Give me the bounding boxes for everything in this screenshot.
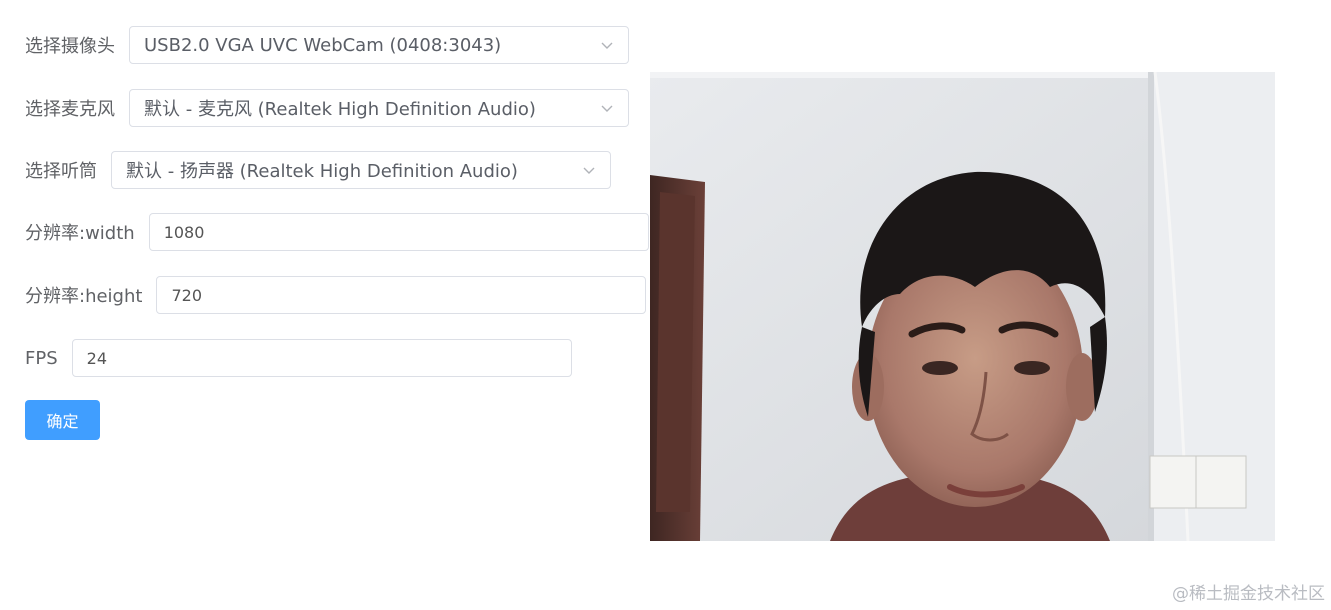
microphone-label: 选择麦克风 bbox=[25, 99, 115, 120]
fps-row: FPS bbox=[25, 338, 572, 378]
width-label: 分辨率:width bbox=[25, 223, 135, 244]
camera-select[interactable]: USB2.0 VGA UVC WebCam (0408:3043) bbox=[129, 26, 629, 64]
webcam-video-feed bbox=[650, 72, 1275, 541]
speaker-label: 选择听筒 bbox=[25, 161, 97, 182]
fps-input[interactable] bbox=[71, 339, 572, 377]
width-input[interactable] bbox=[148, 213, 649, 251]
watermark-text: @稀土掘金技术社区 bbox=[1172, 584, 1325, 604]
video-preview bbox=[650, 72, 1275, 541]
speaker-row: 选择听筒 默认 - 扬声器 (Realtek High Definition A… bbox=[25, 150, 611, 190]
microphone-select[interactable]: 默认 - 麦克风 (Realtek High Definition Audio) bbox=[129, 89, 629, 127]
media-settings-page: 选择摄像头 USB2.0 VGA UVC WebCam (0408:3043) … bbox=[0, 0, 1331, 610]
confirm-button[interactable]: 确定 bbox=[25, 400, 100, 440]
camera-label: 选择摄像头 bbox=[25, 36, 115, 57]
camera-row: 选择摄像头 USB2.0 VGA UVC WebCam (0408:3043) bbox=[25, 25, 629, 65]
speaker-select-value: 默认 - 扬声器 (Realtek High Definition Audio) bbox=[126, 161, 518, 182]
width-row: 分辨率:width bbox=[25, 212, 649, 252]
height-label: 分辨率:height bbox=[25, 286, 143, 307]
chevron-down-icon bbox=[583, 167, 595, 174]
height-input[interactable] bbox=[156, 276, 647, 314]
microphone-row: 选择麦克风 默认 - 麦克风 (Realtek High Definition … bbox=[25, 88, 629, 128]
chevron-down-icon bbox=[601, 42, 613, 49]
fps-label: FPS bbox=[25, 347, 58, 369]
height-row: 分辨率:height bbox=[25, 275, 647, 315]
microphone-select-value: 默认 - 麦克风 (Realtek High Definition Audio) bbox=[144, 99, 536, 120]
camera-select-value: USB2.0 VGA UVC WebCam (0408:3043) bbox=[144, 34, 502, 56]
speaker-select[interactable]: 默认 - 扬声器 (Realtek High Definition Audio) bbox=[111, 151, 611, 189]
chevron-down-icon bbox=[601, 105, 613, 112]
